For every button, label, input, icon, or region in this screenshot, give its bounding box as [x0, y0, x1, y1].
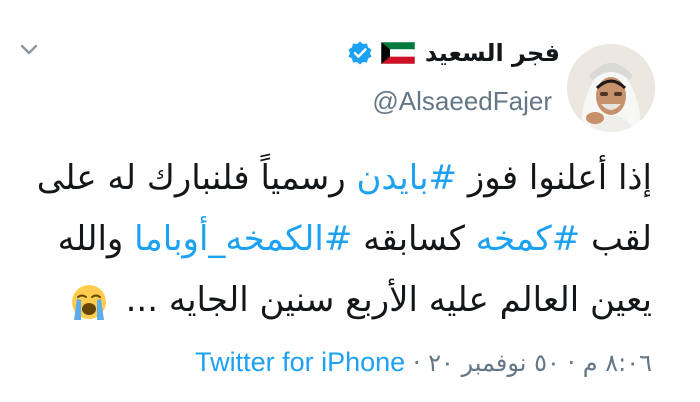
author-display-name[interactable]: فجر السعيد [425, 39, 560, 67]
hashtag-link[interactable]: #كمخه [476, 219, 581, 259]
tweet-timestamp[interactable]: ٨:٠٦ م · ٥٠ نوفمبر ٢٠ [428, 349, 652, 377]
loudly-crying-face-icon [71, 284, 106, 320]
author-name-row: فجر السعيد [347, 38, 560, 68]
author-handle[interactable]: @AlsaeedFajer [372, 86, 552, 117]
avatar[interactable] [567, 44, 655, 132]
tweet-text-segment: كسابقه [352, 219, 476, 259]
kuwait-flag-icon [380, 42, 415, 64]
hashtag-link[interactable]: #بايدن [356, 158, 457, 198]
hashtag-link[interactable]: #الكمخه_أوباما [134, 219, 352, 259]
meta-separator: · [412, 349, 421, 377]
tweet-text-segment: إذا أعلنوا فوز [457, 158, 652, 198]
tweet-source-link[interactable]: Twitter for iPhone [195, 347, 405, 377]
tweet-meta: ٨:٠٦ م · ٥٠ نوفمبر ٢٠ · Twitter for iPho… [195, 347, 652, 378]
chevron-down-icon[interactable] [18, 38, 40, 60]
verified-badge-icon [348, 41, 372, 65]
tweet-text: إذا أعلنوا فوز #بايدن رسمياً فلنبارك له … [32, 148, 652, 331]
